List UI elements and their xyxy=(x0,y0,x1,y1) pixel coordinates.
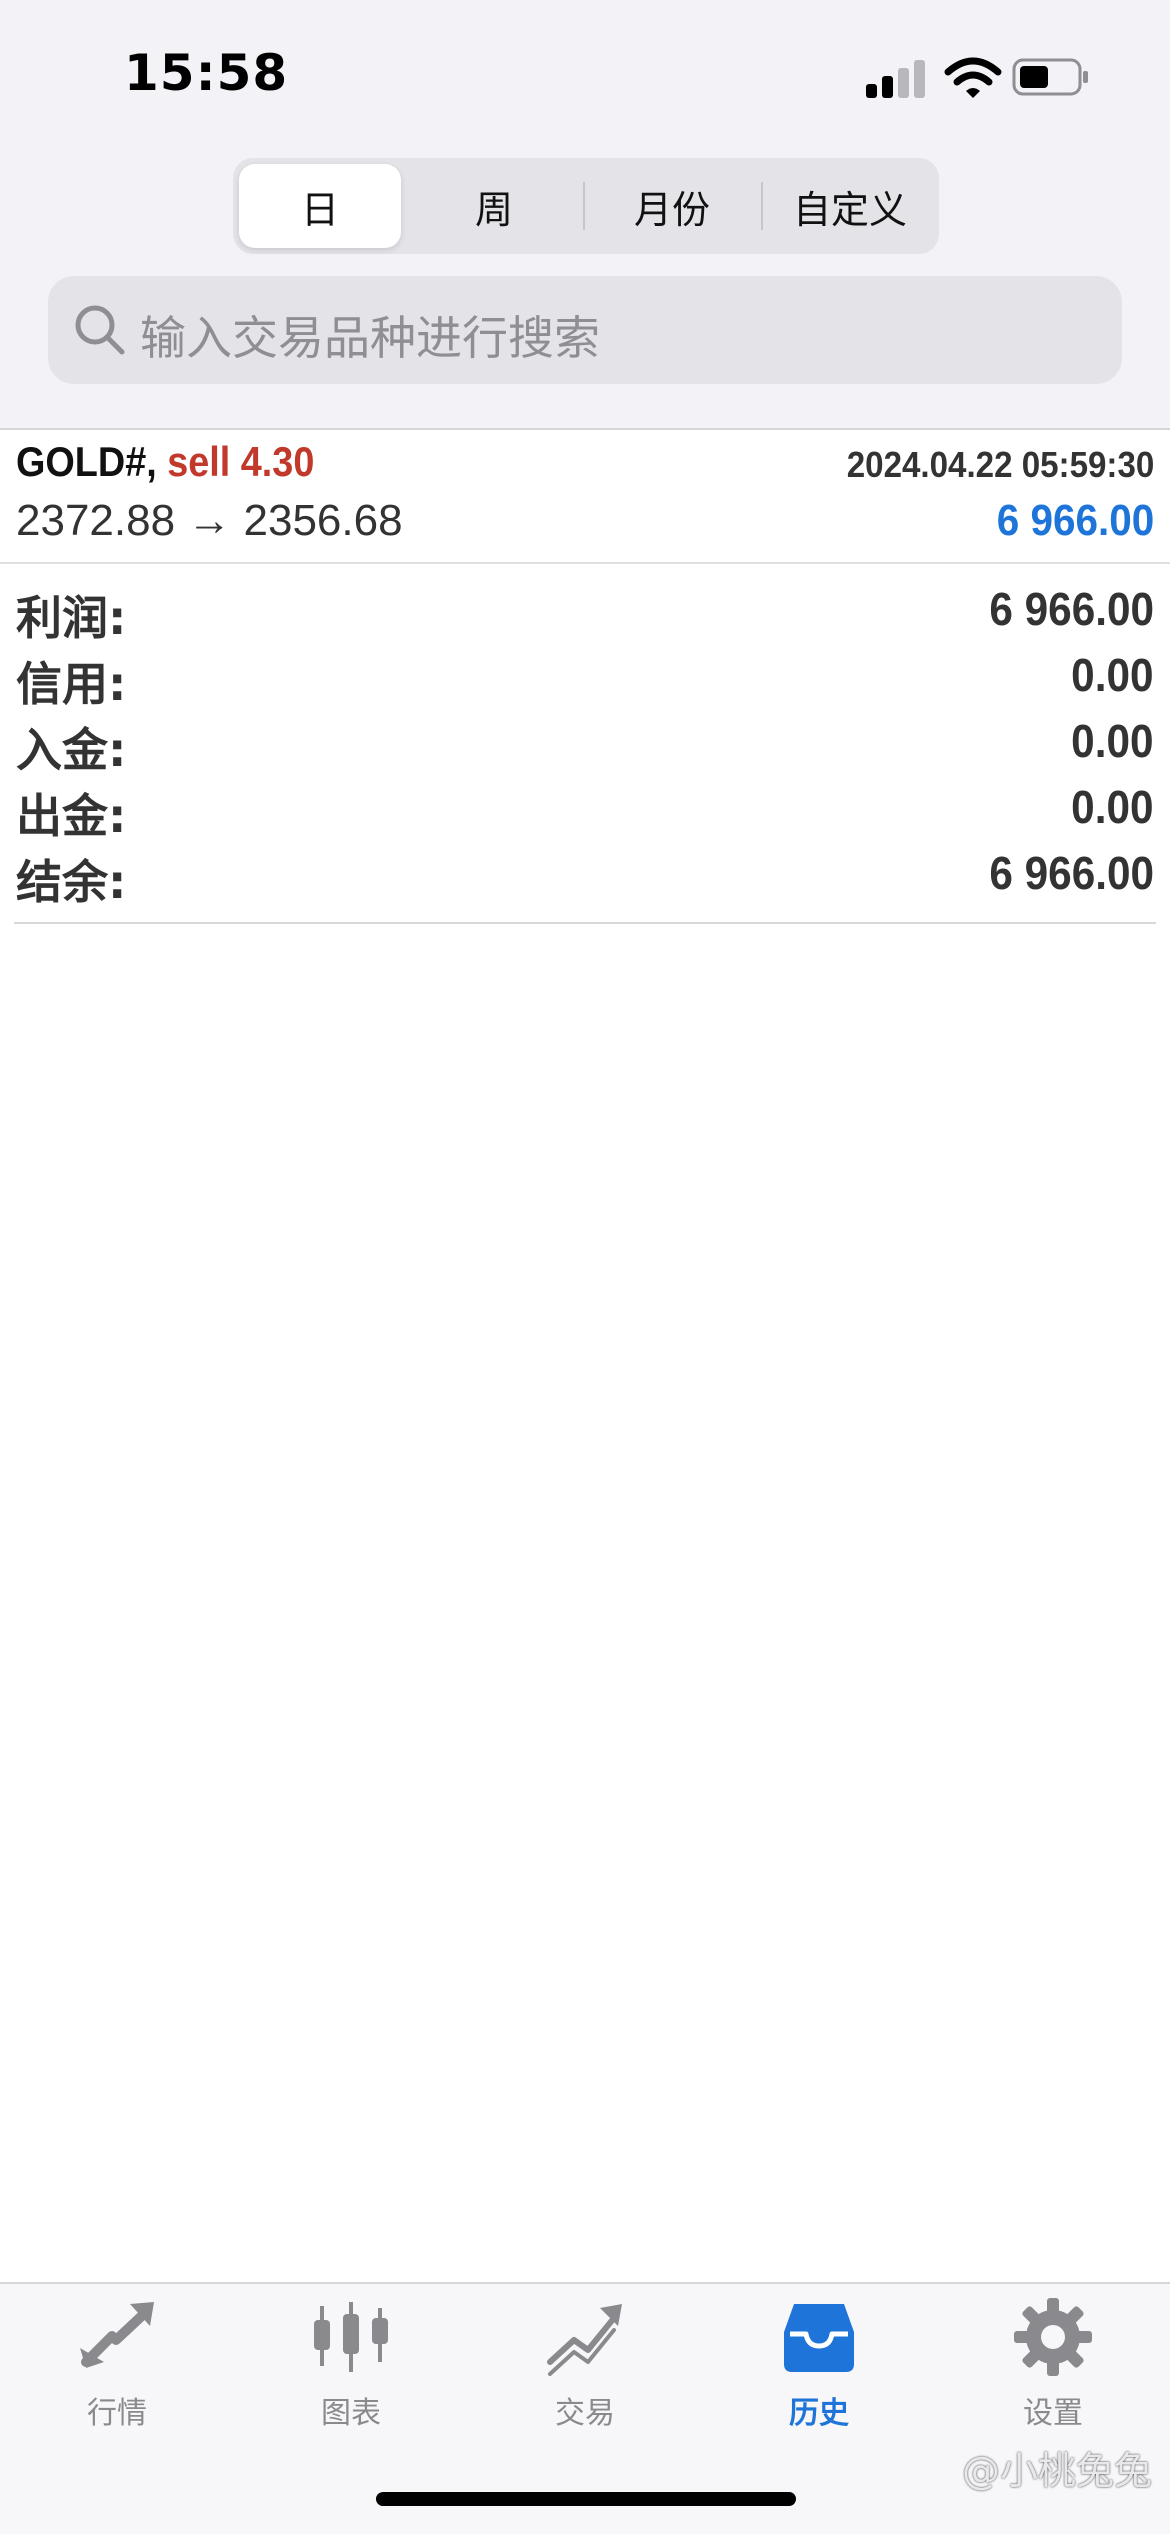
trade-profit: 6 966.00 xyxy=(996,496,1154,545)
quotes-arrows-icon xyxy=(80,2302,154,2368)
summary-value: 6 966.00 xyxy=(989,847,1154,899)
summary-row-profit: 利润: 6 966.00 xyxy=(0,582,1170,648)
trade-datetime: 2024.04.22 05:59:30 xyxy=(846,444,1154,485)
summary-label: 信用: xyxy=(16,657,127,711)
cellular-signal-icon xyxy=(866,58,928,98)
period-selector: 日 周 月份 自定义 xyxy=(233,158,939,254)
summary-label: 出金: xyxy=(16,789,127,843)
summary-row-withdrawal: 出金: 0.00 xyxy=(0,780,1170,846)
tab-label: 图表 xyxy=(321,2396,381,2431)
history-inbox-icon xyxy=(784,2304,854,2372)
tab-label: 历史 xyxy=(789,2396,849,2431)
tab-month[interactable]: 月份 xyxy=(591,164,753,248)
tab-trade[interactable]: 交易 xyxy=(468,2296,702,2436)
divider xyxy=(14,922,1156,924)
trade-symbol: GOLD#, sell 4.30 xyxy=(16,438,314,486)
summary-label: 结余: xyxy=(16,855,127,909)
home-indicator[interactable] xyxy=(376,2492,796,2506)
gear-icon xyxy=(1014,2298,1092,2376)
summary-row-credit: 信用: 0.00 xyxy=(0,648,1170,714)
summary-value: 0.00 xyxy=(1071,715,1154,767)
trade-prices: 2372.88 → 2356.68 xyxy=(16,496,403,545)
tab-label: 设置 xyxy=(1023,2396,1083,2431)
tab-day[interactable]: 日 xyxy=(239,164,401,248)
divider xyxy=(761,182,763,230)
tab-settings[interactable]: 设置 xyxy=(936,2296,1170,2436)
wifi-icon xyxy=(944,57,1002,98)
watermark-text: 小桃兔兔 xyxy=(999,2449,1152,2493)
watermark: @小桃兔兔 xyxy=(961,2449,1152,2493)
trade-trend-icon xyxy=(547,2304,622,2376)
candlestick-chart-icon xyxy=(314,2302,388,2372)
search-placeholder: 输入交易品种进行搜索 xyxy=(140,311,600,365)
tab-week[interactable]: 周 xyxy=(413,164,575,248)
header-area: 15:58 日 周 月份 自定义 输入交易品种进行搜索 xyxy=(0,0,1170,430)
summary-label: 入金: xyxy=(16,723,127,777)
trade-row[interactable]: GOLD#, sell 4.30 2024.04.22 05:59:30 237… xyxy=(0,430,1170,564)
tab-charts[interactable]: 图表 xyxy=(234,2296,468,2436)
tab-history[interactable]: 历史 xyxy=(702,2296,936,2436)
tab-label: 交易 xyxy=(555,2396,615,2431)
summary-value: 0.00 xyxy=(1071,781,1154,833)
symbol-name: GOLD#, xyxy=(16,438,157,485)
summary-value: 6 966.00 xyxy=(989,583,1154,635)
account-summary: 利润: 6 966.00 信用: 0.00 入金: 0.00 出金: 0.00 … xyxy=(0,582,1170,912)
trade-side-volume: sell 4.30 xyxy=(167,438,315,485)
summary-row-deposit: 入金: 0.00 xyxy=(0,714,1170,780)
status-time: 15:58 xyxy=(124,44,289,102)
search-input[interactable]: 输入交易品种进行搜索 xyxy=(48,276,1122,384)
summary-label: 利润: xyxy=(16,591,127,645)
battery-icon xyxy=(1012,58,1088,96)
divider xyxy=(583,182,585,230)
tab-custom[interactable]: 自定义 xyxy=(769,164,931,248)
summary-row-balance: 结余: 6 966.00 xyxy=(0,846,1170,912)
tab-quotes[interactable]: 行情 xyxy=(0,2296,234,2436)
summary-value: 0.00 xyxy=(1071,649,1154,701)
search-icon xyxy=(75,305,125,355)
tab-label: 行情 xyxy=(87,2396,147,2431)
